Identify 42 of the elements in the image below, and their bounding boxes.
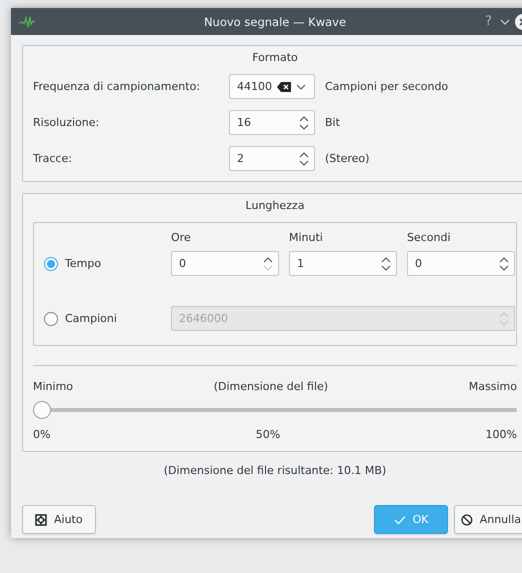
window-title: Nuovo segnale — Kwave [204, 14, 346, 28]
unit-label: Bit [325, 116, 340, 129]
slider-label: Minimo [33, 380, 74, 393]
spin-box[interactable]: 16 [229, 110, 315, 135]
radio-button[interactable]: Tempo [44, 256, 102, 270]
dropdown-icon[interactable] [296, 84, 306, 90]
cancel-icon [461, 514, 473, 526]
minimize-icon[interactable] [500, 18, 510, 24]
spin-arrows-icon[interactable] [381, 256, 391, 272]
column-label: Ore [171, 231, 191, 246]
unit-label: (Stereo) [325, 152, 370, 165]
waveform-icon [19, 16, 35, 28]
help-button[interactable]: Aiuto [22, 505, 96, 534]
result-text: (Dimensione del file risultante: 10.1 MB) [164, 464, 386, 477]
file-size-slider[interactable] [33, 401, 517, 419]
tick-label: 100% [486, 428, 517, 441]
field-label: Frequenza di campionamento: [33, 80, 200, 93]
column-label: Minuti [289, 231, 323, 246]
slider-title: (Dimensione del file) [214, 380, 328, 393]
tick-label: 0% [33, 428, 50, 441]
cancel-button[interactable]: Annulla [454, 505, 522, 534]
group-title: Lunghezza [246, 199, 304, 212]
spin-arrows-icon[interactable] [499, 256, 509, 272]
spin-box[interactable]: 2 [229, 146, 315, 171]
unit-label: Campioni per secondo [325, 80, 448, 93]
column-label: Secondi [407, 231, 451, 246]
help-button[interactable]: ? [485, 14, 492, 29]
spin-arrows-icon[interactable] [263, 256, 273, 272]
lifebuoy-icon [35, 514, 47, 526]
sample-rate-combo[interactable]: 44100 [229, 74, 315, 99]
slider-label: Massimo [468, 380, 517, 393]
spin-box[interactable]: 0 [407, 251, 515, 276]
check-icon [394, 514, 406, 524]
field-label: Tracce: [33, 152, 72, 165]
group-title: Formato [252, 51, 298, 64]
spin-arrows-icon[interactable] [299, 150, 309, 166]
spin-arrows-icon[interactable] [299, 114, 309, 130]
clear-icon[interactable] [277, 82, 291, 92]
field-label: Risoluzione: [33, 116, 100, 129]
spin-box[interactable]: 0 [171, 251, 279, 276]
tick-label: 50% [256, 428, 280, 441]
spin-box[interactable]: 1 [289, 251, 397, 276]
